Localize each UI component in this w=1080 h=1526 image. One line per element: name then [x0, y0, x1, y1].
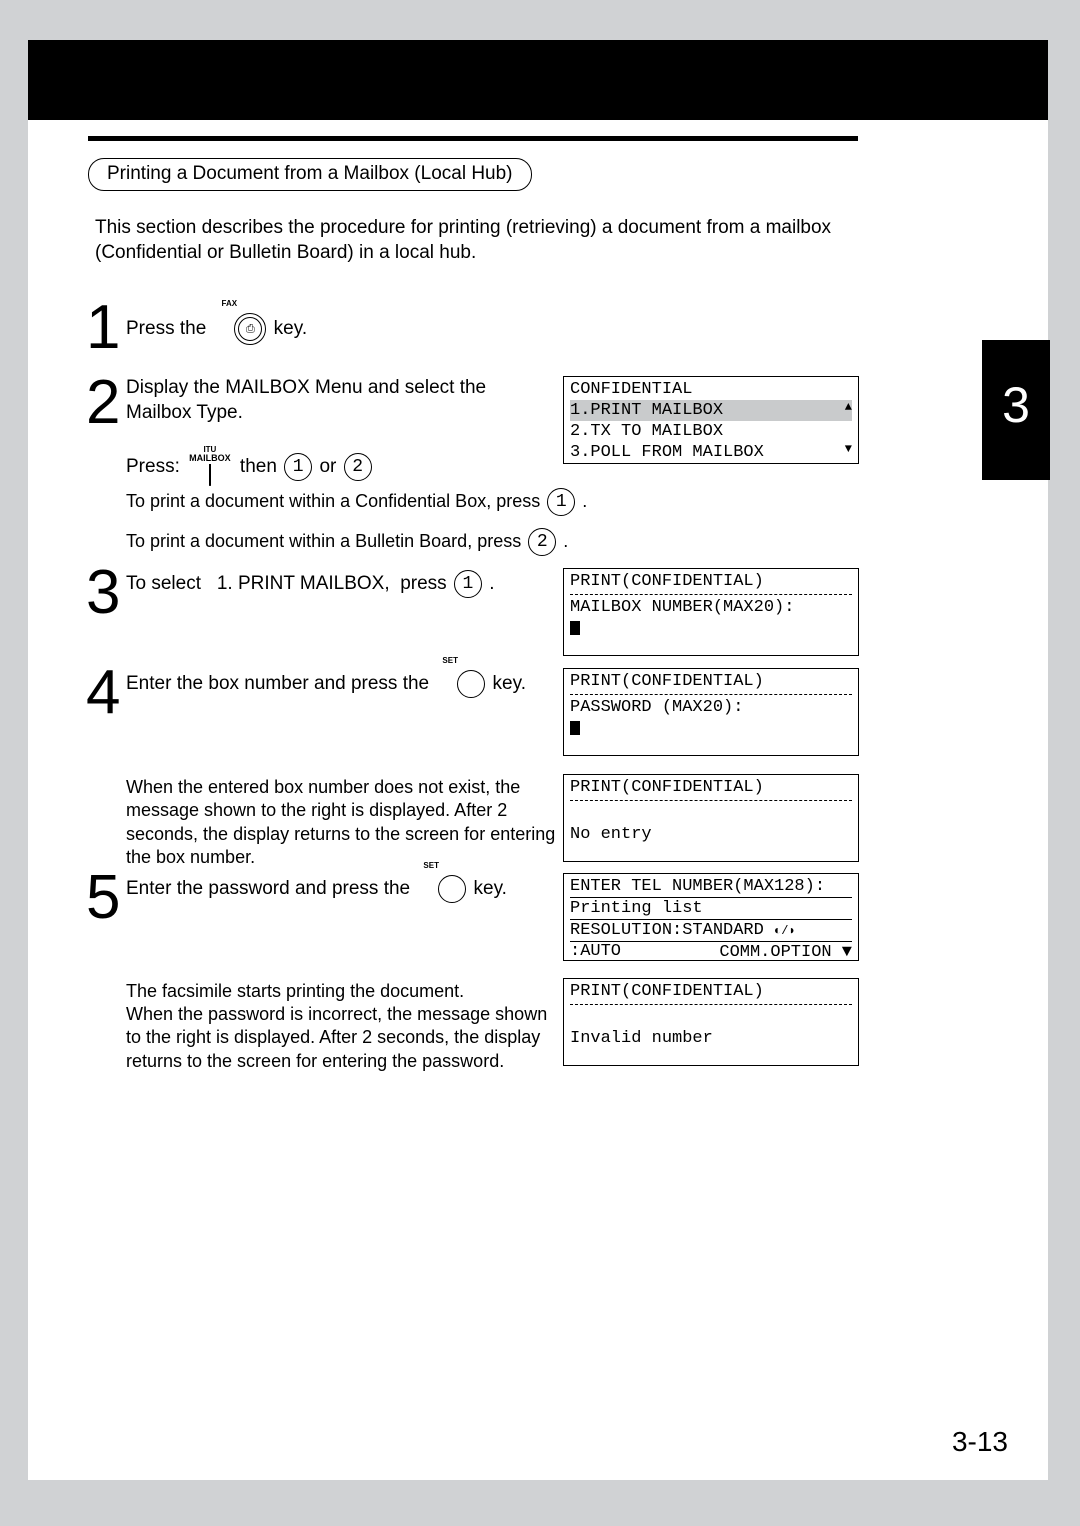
set-key-icon [438, 875, 466, 903]
arrow-up-icon: ▲ [845, 400, 852, 415]
lcd-line: ENTER TEL NUMBER(MAX128): [570, 877, 825, 896]
step-1: 1 [86, 300, 120, 356]
step-5-note2: When the password is incorrect, the mess… [126, 1003, 566, 1073]
set-label: SET [423, 861, 439, 871]
key-2-icon: 2 [528, 528, 556, 556]
step-number: 3 [86, 558, 120, 627]
sheet: Printing a Document from a Mailbox (Loca… [28, 40, 1048, 1480]
lcd-line: RESOLUTION:STANDARD [570, 921, 764, 940]
step-2-press-row: Press: ITU MAILBOX then 1 or 2 [126, 446, 374, 488]
cursor-icon [570, 621, 580, 635]
text: 1. PRINT MAILBOX, [217, 573, 390, 594]
key-1-icon: 1 [547, 488, 575, 516]
lcd-step5a: ENTER TEL NUMBER(MAX128): Printing list … [563, 873, 859, 961]
section-title-pill: Printing a Document from a Mailbox (Loca… [88, 158, 532, 191]
lcd-line: CONFIDENTIAL [570, 380, 692, 399]
text: then [240, 456, 277, 477]
text: press [400, 573, 446, 594]
page: Printing a Document from a Mailbox (Loca… [0, 0, 1080, 1526]
lcd-line: 2.TX TO MAILBOX [570, 422, 723, 441]
text: To select [126, 573, 201, 594]
step-3-body: To select 1. PRINT MAILBOX, press 1 . [126, 570, 495, 598]
lcd-line: MAILBOX NUMBER(MAX20): [570, 598, 794, 617]
text: Enter the box number and press the [126, 673, 429, 694]
step-number: 1 [86, 293, 120, 362]
step-1-body: Press the FAX ⎙ key. [126, 313, 307, 345]
text: To print a document within a Confidentia… [126, 491, 540, 511]
dashed-line-icon [570, 1004, 852, 1005]
lcd-step2: CONFIDENTIAL 1.PRINT MAILBOX▲ 2.TX TO MA… [563, 376, 859, 464]
step-4: 4 [86, 665, 120, 721]
text: key. [493, 673, 526, 694]
step-number: 2 [86, 368, 120, 437]
step-3: 3 [86, 565, 120, 621]
cursor-icon [570, 721, 580, 735]
contrast-icon: ◐/◗ [774, 924, 796, 938]
page-number: 3-13 [952, 1426, 1008, 1458]
set-key-icon [457, 670, 485, 698]
chapter-tab: 3 [982, 340, 1050, 480]
step-2-body: Display the MAILBOX Menu and select the … [126, 376, 556, 425]
text: Press the [126, 318, 206, 339]
lcd-line: No entry [570, 825, 652, 844]
dashed-line-icon [570, 694, 852, 695]
mailbox-key-icon: ITU MAILBOX [189, 446, 231, 488]
lcd-step5b: PRINT(CONFIDENTIAL) Invalid number [563, 978, 859, 1066]
dashed-line-icon [570, 800, 852, 801]
lcd-step3: PRINT(CONFIDENTIAL) MAILBOX NUMBER(MAX20… [563, 568, 859, 656]
step-number: 5 [86, 863, 120, 932]
arrow-down-icon: ▼ [845, 442, 852, 457]
lcd-line: Invalid number [570, 1029, 713, 1048]
text: To print a document within a Bulletin Bo… [126, 531, 521, 551]
text: . [489, 573, 494, 594]
text: . [582, 491, 587, 511]
heavy-rule [88, 136, 858, 141]
step-4-note: When the entered box number does not exi… [126, 776, 556, 870]
fax-key-icon: ⎙ [234, 313, 266, 345]
step-4-body: Enter the box number and press the SET k… [126, 670, 526, 698]
text: Press: [126, 456, 180, 477]
step-2: 2 [86, 375, 120, 431]
lcd-step4b: PRINT(CONFIDENTIAL) No entry [563, 774, 859, 862]
lcd-line: PASSWORD (MAX20): [570, 698, 743, 717]
text: or [319, 456, 336, 477]
lcd-line: PRINT(CONFIDENTIAL) [570, 982, 764, 1001]
key-1-icon: 1 [284, 453, 312, 481]
text: key. [474, 878, 507, 899]
header-blackbar [28, 40, 1048, 120]
step-5-body: Enter the password and press the SET key… [126, 875, 507, 903]
text: . [563, 531, 568, 551]
lcd-line: PRINT(CONFIDENTIAL) [570, 572, 764, 591]
lcd-step4a: PRINT(CONFIDENTIAL) PASSWORD (MAX20): [563, 668, 859, 756]
step-5-note1: The facsimile starts printing the docume… [126, 980, 556, 1003]
section-title: Printing a Document from a Mailbox (Loca… [107, 163, 513, 184]
lcd-line: COMM.OPTION [719, 943, 831, 962]
text: key. [274, 318, 307, 339]
arrow-down-icon: ▼ [842, 943, 852, 962]
lcd-line-highlight: 1.PRINT MAILBOX [570, 400, 852, 421]
step-number: 4 [86, 658, 120, 727]
text: Display the MAILBOX Menu and select the … [126, 377, 486, 423]
lcd-line: 3.POLL FROM MAILBOX [570, 443, 764, 462]
fax-label: FAX [222, 299, 238, 309]
lcd-line: PRINT(CONFIDENTIAL) [570, 672, 764, 691]
set-label: SET [442, 656, 458, 666]
lcd-line: PRINT(CONFIDENTIAL) [570, 778, 764, 797]
dashed-line-icon [570, 594, 852, 595]
step-2-sub1: To print a document within a Confidentia… [126, 488, 587, 516]
intro-paragraph: This section describes the procedure for… [95, 216, 855, 265]
step-5: 5 [86, 870, 120, 926]
key-1-icon: 1 [454, 570, 482, 598]
key-2-icon: 2 [344, 453, 372, 481]
text: Enter the password and press the [126, 878, 410, 899]
chapter-number: 3 [1002, 377, 1030, 433]
step-2-sub2: To print a document within a Bulletin Bo… [126, 528, 568, 556]
lcd-line: Printing list [570, 899, 703, 918]
